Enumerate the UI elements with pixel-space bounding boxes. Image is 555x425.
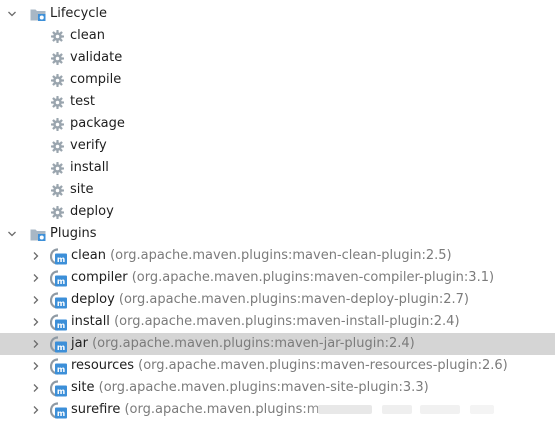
gear-icon: [51, 96, 64, 109]
chevron-right-icon[interactable]: [30, 311, 42, 333]
blurred-text-block: [318, 405, 372, 414]
plugin-name: resources: [71, 358, 135, 373]
plugin-name: site: [71, 380, 95, 395]
plugin-name: deploy: [71, 292, 115, 307]
lifecycle-phase[interactable]: clean: [0, 25, 555, 47]
chevron-down-icon[interactable]: [6, 223, 18, 245]
chevron-right-icon[interactable]: [30, 377, 42, 399]
maven-plugin-icon: m: [50, 380, 67, 397]
gear-icon: [51, 74, 64, 87]
plugin-name: install: [71, 314, 110, 329]
lifecycle-phase-label: deploy: [70, 204, 114, 219]
gear-icon: [51, 52, 64, 65]
plugin-item-selected[interactable]: m jar (org.apache.maven.plugins:maven-ja…: [0, 333, 555, 355]
chevron-right-icon[interactable]: [30, 289, 42, 311]
lifecycle-phase[interactable]: test: [0, 91, 555, 113]
gear-icon: [51, 30, 64, 43]
lifecycle-phase[interactable]: install: [0, 157, 555, 179]
svg-text:m: m: [57, 365, 65, 374]
folder-icon: [30, 9, 46, 21]
maven-plugin-icon: m: [50, 248, 67, 265]
svg-text:m: m: [57, 299, 65, 308]
svg-text:m: m: [57, 321, 65, 330]
blurred-text-block: [470, 405, 494, 414]
plugin-name: jar: [71, 336, 88, 351]
lifecycle-phase-label: package: [70, 116, 125, 131]
gear-icon: [51, 162, 64, 175]
svg-text:m: m: [57, 387, 65, 396]
lifecycle-phase-label: verify: [70, 138, 107, 153]
plugin-coordinates: (org.apache.maven.plugins:maven-deploy-p…: [118, 292, 469, 307]
svg-text:m: m: [57, 255, 65, 264]
lifecycle-phase-label: clean: [70, 28, 105, 43]
gear-icon: [51, 206, 64, 219]
plugin-name: compiler: [71, 270, 128, 285]
tree-node-lifecycle[interactable]: Lifecycle: [0, 3, 555, 25]
blurred-text-block: [420, 405, 460, 414]
chevron-right-icon[interactable]: [30, 399, 42, 421]
tree-node-label: Lifecycle: [50, 6, 108, 21]
plugin-coordinates: (org.apache.maven.plugins:maven-install-…: [114, 314, 460, 329]
lifecycle-phase-label: validate: [70, 50, 123, 65]
maven-projects-tree: Lifecycle clean validate compile test pa…: [0, 3, 555, 421]
plugin-coordinates: (org.apache.maven.plugins:maven-clean-pl…: [110, 248, 452, 263]
svg-text:m: m: [57, 343, 65, 352]
plugin-item[interactable]: m clean (org.apache.maven.plugins:maven-…: [0, 245, 555, 267]
svg-text:m: m: [57, 277, 65, 286]
maven-plugin-icon: m: [50, 336, 67, 353]
tree-node-plugins[interactable]: Plugins: [0, 223, 555, 245]
plugin-item[interactable]: m install (org.apache.maven.plugins:mave…: [0, 311, 555, 333]
plugin-item[interactable]: m compiler (org.apache.maven.plugins:mav…: [0, 267, 555, 289]
plugin-name: clean: [71, 248, 106, 263]
plugin-item[interactable]: m resources (org.apache.maven.plugins:ma…: [0, 355, 555, 377]
maven-plugin-icon: m: [50, 270, 67, 287]
plugin-name: surefire: [71, 402, 121, 417]
lifecycle-phase[interactable]: verify: [0, 135, 555, 157]
lifecycle-phase[interactable]: deploy: [0, 201, 555, 223]
maven-plugin-icon: m: [50, 358, 67, 375]
plugin-item[interactable]: m deploy (org.apache.maven.plugins:maven…: [0, 289, 555, 311]
lifecycle-phase-label: install: [70, 160, 109, 175]
plugin-coordinates: (org.apache.maven.plugins:maven-compiler…: [131, 270, 495, 285]
chevron-right-icon[interactable]: [30, 245, 42, 267]
gear-icon: [51, 118, 64, 131]
svg-text:m: m: [57, 409, 65, 418]
lifecycle-phase[interactable]: site: [0, 179, 555, 201]
chevron-right-icon[interactable]: [30, 355, 42, 377]
chevron-right-icon[interactable]: [30, 333, 42, 355]
maven-plugin-icon: m: [50, 402, 67, 419]
lifecycle-phase-label: test: [70, 94, 95, 109]
plugin-coordinates: (org.apache.maven.plugins:m: [124, 402, 320, 417]
lifecycle-phase-label: compile: [70, 72, 122, 87]
plugin-coordinates: (org.apache.maven.plugins:maven-resource…: [138, 358, 508, 373]
maven-plugin-icon: m: [50, 292, 67, 309]
plugin-coordinates: (org.apache.maven.plugins:maven-jar-plug…: [92, 336, 415, 351]
plugin-coordinates: (org.apache.maven.plugins:maven-site-plu…: [98, 380, 429, 395]
plugin-item[interactable]: m site (org.apache.maven.plugins:maven-s…: [0, 377, 555, 399]
lifecycle-phase-label: site: [70, 182, 94, 197]
tree-node-label: Plugins: [50, 226, 97, 241]
maven-plugin-icon: m: [50, 314, 67, 331]
gear-icon: [51, 140, 64, 153]
gear-icon: [51, 184, 64, 197]
chevron-down-icon[interactable]: [6, 3, 18, 25]
chevron-right-icon[interactable]: [30, 267, 42, 289]
lifecycle-phase[interactable]: compile: [0, 69, 555, 91]
lifecycle-phase[interactable]: package: [0, 113, 555, 135]
folder-icon: [30, 229, 46, 241]
lifecycle-phase[interactable]: validate: [0, 47, 555, 69]
blurred-text-block: [382, 405, 412, 414]
